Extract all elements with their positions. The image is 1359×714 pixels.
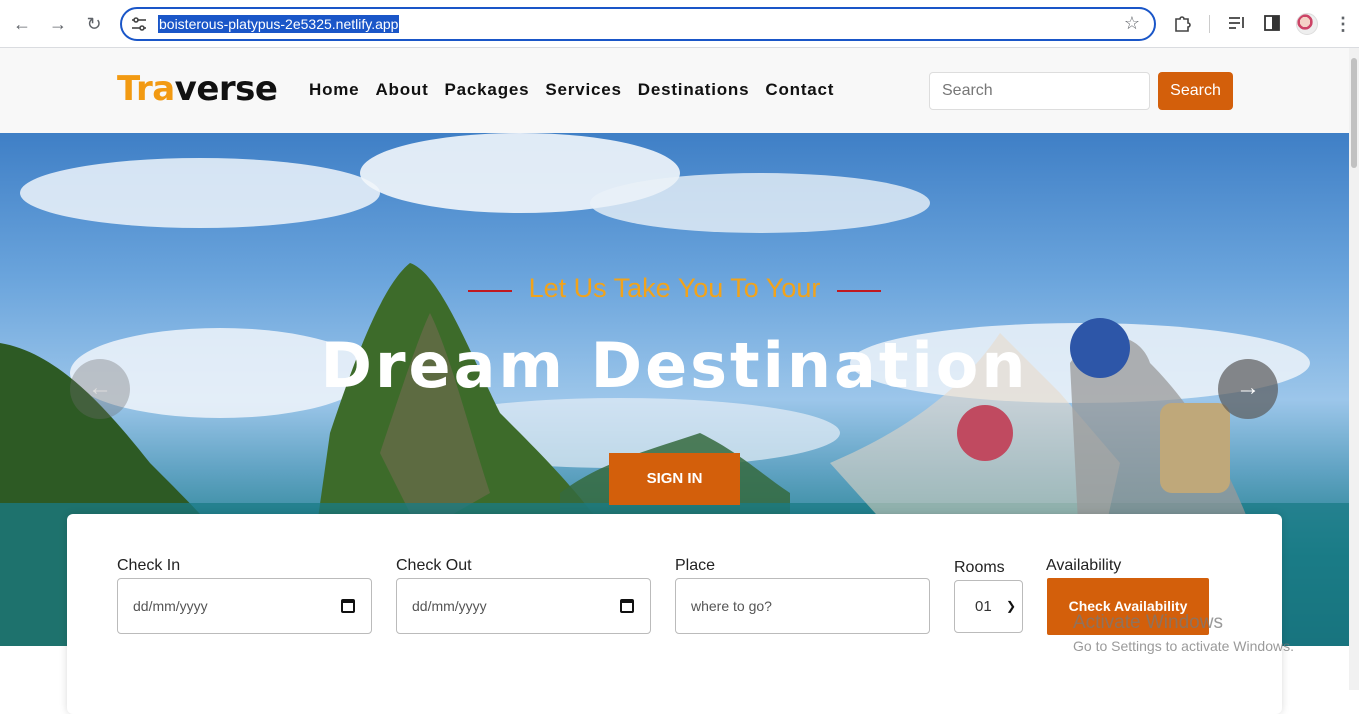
hero-headline: Dream Destination [320, 329, 1029, 402]
tagline-line-right [837, 290, 881, 292]
nav-home[interactable]: Home [309, 80, 359, 100]
nav-contact[interactable]: Contact [765, 80, 834, 100]
watermark-title: Activate Windows [1073, 612, 1223, 633]
menu-kebab-icon[interactable]: ⋮ [1331, 12, 1355, 36]
profile-avatar[interactable] [1296, 13, 1318, 35]
check-out-value: dd/mm/yyyy [412, 598, 487, 614]
site-header: Traverse Home About Packages Services De… [0, 48, 1349, 133]
hero-tagline: Let Us Take You To Your [468, 273, 881, 304]
check-in-date-input[interactable]: dd/mm/yyyy [117, 578, 372, 634]
place-input[interactable]: where to go? [675, 578, 930, 634]
check-in-value: dd/mm/yyyy [133, 598, 208, 614]
main-nav: Home About Packages Services Destination… [309, 80, 850, 100]
nav-services[interactable]: Services [545, 80, 621, 100]
place-placeholder: where to go? [691, 598, 772, 614]
check-out-label: Check Out [396, 557, 472, 574]
page-scrollbar[interactable] [1349, 48, 1359, 690]
tagline-line-left [468, 290, 512, 292]
tagline-text: Let Us Take You To Your [528, 273, 821, 303]
nav-packages[interactable]: Packages [445, 80, 530, 100]
reload-icon[interactable]: ↻ [82, 12, 106, 36]
site-info-icon[interactable] [130, 15, 148, 33]
windows-activation-watermark: Activate Windows Go to Settings to activ… [1073, 612, 1294, 654]
check-out-date-input[interactable]: dd/mm/yyyy [396, 578, 651, 634]
chevron-down-icon: ❯ [1005, 599, 1016, 613]
back-icon[interactable]: ← [10, 12, 34, 36]
search-button[interactable]: Search [1158, 72, 1233, 110]
address-bar[interactable]: boisterous-platypus-2e5325.netlify.app ☆ [120, 7, 1156, 41]
browser-toolbar: ← → ↻ boisterous-platypus-2e5325.netlify… [0, 0, 1359, 48]
check-in-label: Check In [117, 557, 181, 574]
availability-label: Availability [1046, 557, 1122, 574]
bookmark-star-icon[interactable]: ☆ [1124, 13, 1140, 34]
sign-in-button[interactable]: SIGN IN [609, 453, 740, 505]
toolbar-divider [1209, 15, 1210, 33]
rooms-value: 01 [975, 598, 992, 615]
logo-part-dark: verse [174, 69, 278, 109]
site-logo[interactable]: Traverse [117, 68, 278, 110]
forward-icon[interactable]: → [46, 12, 70, 36]
logo-part-orange: Tra [117, 69, 175, 109]
reading-list-icon[interactable] [1226, 12, 1248, 34]
url-text[interactable]: boisterous-platypus-2e5325.netlify.app [158, 15, 400, 33]
watermark-subtitle: Go to Settings to activate Windows. [1073, 638, 1294, 654]
rooms-select[interactable]: 01 ❯ [954, 580, 1023, 633]
calendar-icon[interactable] [341, 599, 355, 613]
search-input[interactable]: Search [929, 72, 1150, 110]
nav-about[interactable]: About [375, 80, 428, 100]
scrollbar-thumb[interactable] [1351, 58, 1357, 168]
place-label: Place [675, 557, 716, 574]
rooms-label: Rooms [954, 559, 1005, 576]
nav-destinations[interactable]: Destinations [638, 80, 750, 100]
extensions-icon[interactable] [1172, 12, 1194, 34]
calendar-icon[interactable] [620, 599, 634, 613]
side-panel-icon[interactable] [1261, 12, 1283, 34]
